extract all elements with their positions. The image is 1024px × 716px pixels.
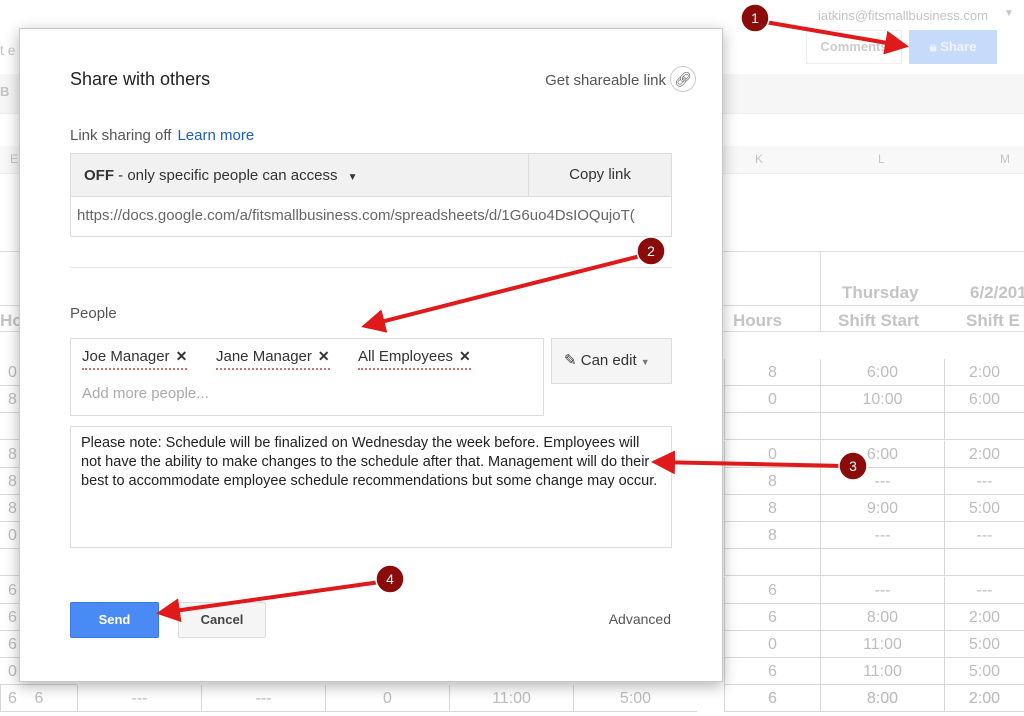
annotation-arrow-4 [156,580,381,623]
annotation-overlay: 1 2 3 4 [156,3,909,623]
annotation-arrow-3 [651,450,846,475]
annotation-number: 4 [386,571,394,587]
annotation-number: 2 [647,243,655,259]
annotation-number: 3 [849,458,857,474]
annotation-arrow-2 [361,254,641,333]
annotation-arrow-1 [764,20,909,55]
annotation-number: 1 [751,10,759,26]
